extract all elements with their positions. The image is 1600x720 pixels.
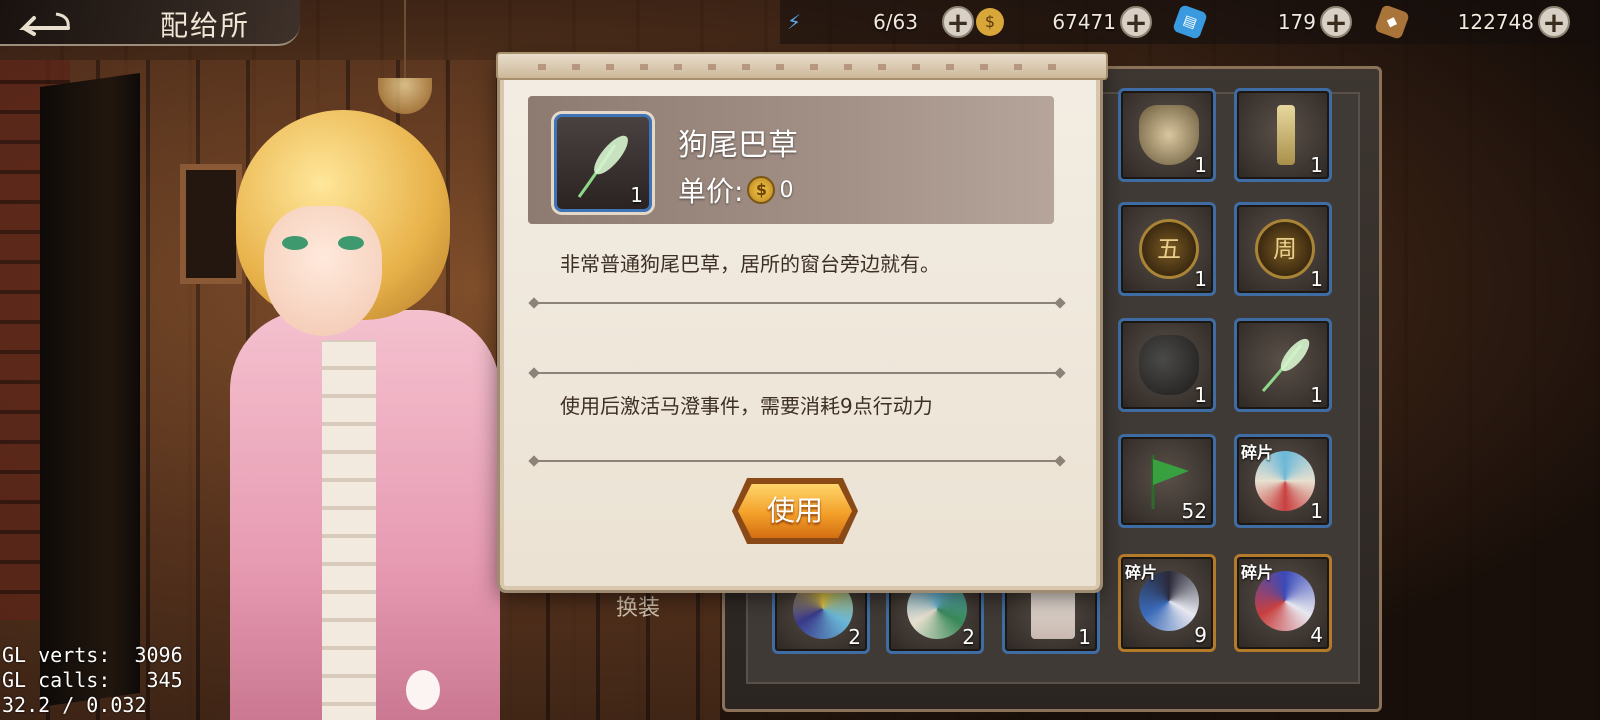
slot-count: 1 [1194,383,1207,407]
inventory-slot[interactable]: 52 [1118,434,1216,528]
swap-outfit-button[interactable]: 换装 [616,590,660,622]
character-portrait [230,110,510,720]
food-plate-icon [1139,105,1199,165]
item-detail-dialog: 1 狗尾巴草 单价: $ 0 非常普通狗尾巴草，居所的窗台旁边就有。 使用后激活… [496,52,1108,593]
price-label: 单价: [678,175,744,208]
slot-count: 4 [1310,623,1323,647]
slot-count: 1 [1310,153,1323,177]
top-left-bar: 配给所 [0,0,300,46]
item-name: 狗尾巴草 [678,128,798,163]
inventory-slot[interactable]: 碎片 9 [1118,554,1216,652]
slot-count: 1 [1310,267,1323,291]
blue-ticket-icon: ▤ [1172,4,1208,40]
candle-icon [1277,105,1295,165]
resource-energy-value: 6/63 [873,10,918,34]
inventory-slot[interactable]: 1 [1234,318,1332,412]
resource-gold-value: 67471 [1052,10,1116,34]
resource-gold: $ 67471 + [976,4,1152,40]
add-energy-button[interactable]: + [942,6,974,38]
inventory-slot[interactable]: 碎片 1 [1234,434,1332,528]
item-description: 非常普通狗尾巴草，居所的窗台旁边就有。 [560,252,940,276]
inventory-slot[interactable]: 周 1 [1234,202,1332,296]
item-effect: 使用后激活马澄事件，需要消耗9点行动力 [560,394,933,418]
inventory-slot[interactable]: 碎片 4 [1234,554,1332,652]
foxtail-grass-icon [1261,338,1310,393]
inventory-slot[interactable]: 1 [1234,88,1332,182]
fragment-tag: 碎片 [1241,443,1274,462]
item-header: 1 狗尾巴草 单价: $ 0 [528,96,1054,224]
slot-count: 52 [1181,499,1207,523]
divider [534,302,1060,304]
slot-count: 1 [1310,499,1323,523]
slot-count: 2 [962,625,975,649]
debug-overlay: GL verts: 3096 GL calls: 345 32.2 / 0.032 [2,643,183,718]
resource-bar: ⚡ 6/63 + $ 67471 + ▤ 179 + ◆ 122748 + [780,0,1600,44]
back-arrow-icon [19,12,70,36]
slot-count: 1 [1310,383,1323,407]
fragment-tag: 碎片 [1125,563,1158,582]
foxtail-grass-icon [577,135,628,198]
debug-line: 32.2 / 0.032 [2,693,147,717]
resource-energy: ⚡ 6/63 + [780,4,974,40]
slot-count: 1 [1194,153,1207,177]
lightning-icon: ⚡ [786,10,802,34]
resource-token: ◆ 122748 + [1374,4,1570,40]
price-row: 单价: $ 0 [678,170,793,210]
character-eye-left [282,236,308,250]
gold-coin-icon: $ [976,8,1004,36]
slot-count: 1 [1078,625,1091,649]
debug-line: GL verts: 3096 [2,643,183,667]
gold-coin-icon: $ [747,176,776,204]
coin-wu-icon: 五 [1139,219,1199,279]
bunny-print [406,670,440,710]
character-shirt [322,340,376,720]
divider [534,372,1060,374]
coin-zhou-icon: 周 [1255,219,1315,279]
item-count: 1 [630,183,643,207]
character-eye-right [338,236,364,250]
resource-token-value: 122748 [1457,10,1534,34]
slot-count: 9 [1194,623,1207,647]
debug-line: GL calls: 345 [2,668,183,692]
slot-count: 2 [848,625,861,649]
inventory-slot[interactable]: 五 1 [1118,202,1216,296]
item-icon-slot: 1 [554,114,652,212]
fragment-tag: 碎片 [1241,563,1274,582]
inventory-slot[interactable]: 1 [1118,318,1216,412]
page-title: 配给所 [160,9,251,42]
door [40,72,140,708]
back-button[interactable] [10,6,74,38]
add-token-button[interactable]: + [1538,6,1570,38]
money-bag-icon [1139,335,1199,395]
add-ticket-button[interactable]: + [1320,6,1352,38]
dialog-top-band [496,52,1108,80]
resource-ticket-value: 179 [1277,10,1316,34]
resource-ticket: ▤ 179 + [1172,4,1352,40]
price-value: 0 [779,177,794,203]
lamp-cord [404,0,406,80]
bronze-token-icon: ◆ [1374,4,1410,40]
use-button[interactable]: 使用 [738,484,852,538]
character-face [264,206,382,336]
add-gold-button[interactable]: + [1120,6,1152,38]
dialog-ornament [538,64,1066,70]
inventory-slot[interactable]: 1 [1118,88,1216,182]
slot-count: 1 [1194,267,1207,291]
divider [534,460,1060,462]
